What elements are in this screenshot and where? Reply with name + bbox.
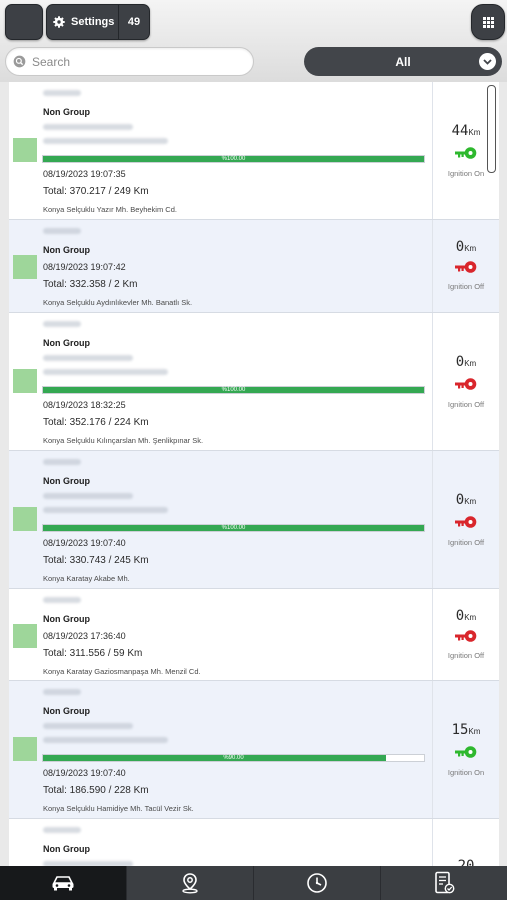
vehicle-total: Total: 186.590 / 228 Km [43,785,149,796]
settings-label: Settings [71,16,115,28]
speed-display: 0Km [433,238,499,256]
speed-display: 15Km [433,721,499,739]
vehicle-status-swatch [13,624,37,648]
vehicle-status-swatch [13,138,37,162]
ignition-on-icon [455,147,477,159]
vehicle-address: Konya Karatay Gaziosmanpaşa Mh. Menzil C… [43,667,201,676]
speed-display: 0Km [433,491,499,509]
vehicle-group: Non Group [43,614,90,624]
vehicle-total: Total: 370.217 / 249 Km [43,186,149,197]
vehicle-row[interactable]: Non Group %100.00 08/19/2023 19:07:40 To… [9,451,499,589]
vehicle-address: Konya Selçuklu Kılınçarslan Mh. Şenlikpı… [43,436,204,445]
ignition-status: Ignition Off [447,282,485,291]
vehicle-row[interactable]: Non Group 20 [9,819,499,866]
speed-unit: Km [468,727,481,736]
speed-value: 44 [451,123,469,139]
speed-value: 0 [455,354,465,370]
vehicle-status-swatch [13,369,37,393]
vehicle-total: Total: 332.358 / 2 Km [43,279,138,290]
tab-vehicles[interactable] [0,866,126,900]
speed-value: 0 [455,608,465,624]
vehicle-address: Konya Karatay Akabe Mh. [43,574,130,583]
location-pin-icon [182,873,198,894]
vehicle-datetime: 08/19/2023 19:07:35 [43,169,126,179]
vehicle-status-swatch [13,507,37,531]
vehicle-datetime: 08/19/2023 19:07:42 [43,262,126,272]
vehicle-address: Konya Selçuklu Hamidiye Mh. Tacül Vezir … [43,804,194,813]
search-icon [13,55,26,68]
speed-value: 0 [455,492,465,508]
vehicle-total: Total: 352.176 / 224 Km [43,417,149,428]
ignition-off-icon [455,378,477,390]
grid-icon [482,16,494,28]
clock-dashboard-icon [307,873,327,893]
speed-unit: Km [464,244,477,253]
bottom-tab-bar [0,866,507,900]
speed-value: 0 [455,239,465,255]
speed-unit: Km [464,497,477,506]
speed-unit: Km [468,128,481,137]
car-icon [52,876,74,891]
settings-button[interactable]: Settings 49 [46,4,150,40]
vehicle-address: Konya Selçuklu Aydınlıkevler Mh. Banatlı… [43,298,193,307]
vehicle-list[interactable]: Non Group %100.00 08/19/2023 19:07:35 To… [9,82,499,866]
scrollbar[interactable] [487,85,496,173]
vehicle-row[interactable]: Non Group %100.00 08/19/2023 18:32:25 To… [9,313,499,451]
search-box[interactable] [5,47,254,76]
ignition-off-icon [455,261,477,273]
phone-document-icon [435,871,455,894]
vehicle-row[interactable]: Non Group %90.00 08/19/2023 19:07:40 Tot… [9,681,499,819]
ignition-status: Ignition Off [447,651,485,660]
vehicle-group: Non Group [43,706,90,716]
ignition-status: Ignition On [447,768,485,777]
vehicle-datetime: 08/19/2023 19:07:40 [43,768,126,778]
speed-display: 0Km [433,353,499,371]
tab-documents[interactable] [380,866,507,900]
filter-dropdown[interactable]: All [304,47,502,76]
tab-reports[interactable] [253,866,380,900]
vehicle-datetime: 08/19/2023 17:36:40 [43,631,126,641]
top-bar: Settings 49 All [0,0,507,82]
vehicle-group: Non Group [43,476,90,486]
ignition-off-icon [455,630,477,642]
vehicle-datetime: 08/19/2023 18:32:25 [43,400,126,410]
vehicle-row[interactable]: Non Group %100.00 08/19/2023 19:07:35 To… [9,82,499,220]
speed-value: 20 [457,858,475,866]
progress-bar: %100.00 [42,386,425,394]
gear-icon [53,16,65,28]
vehicle-status-swatch [13,737,37,761]
filter-selected-value: All [395,54,411,69]
ignition-off-icon [455,516,477,528]
speed-unit: Km [464,613,477,622]
chevron-down-icon [479,53,496,70]
progress-bar: %100.00 [42,524,425,532]
vehicle-group: Non Group [43,844,90,854]
vehicle-row[interactable]: Non Group 08/19/2023 19:07:42 Total: 332… [9,220,499,313]
speed-display: 20 [433,857,499,866]
menu-button[interactable] [5,4,43,40]
vehicle-total: Total: 311.556 / 59 Km [43,648,143,659]
vehicle-row[interactable]: Non Group 08/19/2023 17:36:40 Total: 311… [9,589,499,681]
speed-unit: Km [464,359,477,368]
speed-display: 0Km [433,607,499,625]
search-input[interactable] [30,53,234,70]
ignition-status: Ignition Off [447,538,485,547]
vehicle-group: Non Group [43,107,90,117]
ignition-status: Ignition Off [447,400,485,409]
vehicle-address: Konya Selçuklu Yazır Mh. Beyhekim Cd. [43,205,177,214]
ignition-on-icon [455,746,477,758]
vehicle-datetime: 08/19/2023 19:07:40 [43,538,126,548]
vehicle-total: Total: 330.743 / 245 Km [43,555,149,566]
vehicle-group: Non Group [43,338,90,348]
vehicle-status-swatch [13,255,37,279]
grid-menu-button[interactable] [471,4,505,40]
tab-map[interactable] [126,866,253,900]
vehicle-count-badge[interactable]: 49 [118,5,149,39]
vehicle-group: Non Group [43,245,90,255]
progress-bar: %100.00 [42,155,425,163]
speed-value: 15 [451,722,469,738]
progress-bar: %90.00 [42,754,425,762]
